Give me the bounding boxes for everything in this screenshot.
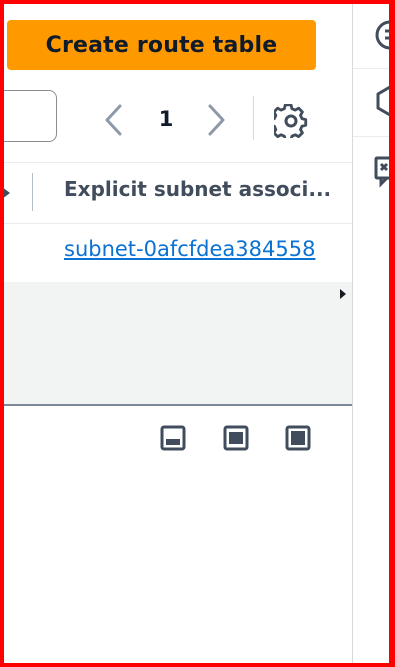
search-input[interactable] [4,90,57,142]
current-page-number[interactable]: 1 [154,104,178,134]
next-page-button[interactable] [204,102,228,138]
split-panel-side-button[interactable] [223,425,249,451]
main-content: Create route table 1 Explicit subnet ass… [4,4,352,663]
side-tools-rail [352,4,395,663]
column-header-explicit-subnet[interactable]: Explicit subnet associ... [64,177,352,211]
chevron-right-icon [208,104,225,136]
panel-off-icon [285,425,311,451]
column-resizer[interactable] [32,173,33,211]
rail-divider [353,136,390,137]
info-icon [375,20,395,50]
rail-divider [353,68,390,69]
feedback-panel-button[interactable] [373,154,395,188]
horizontal-scrollbar-area [4,282,352,406]
info-panel-button[interactable] [373,18,395,52]
preferences-button[interactable] [269,103,308,142]
split-panel-off-button[interactable] [285,425,311,451]
caret-right-icon[interactable] [340,289,346,299]
gear-icon [269,103,308,142]
chevron-left-icon [105,104,122,136]
panel-bottom-icon [160,425,186,451]
panel-side-icon [223,425,249,451]
toolbar-divider [253,96,254,140]
feedback-icon [374,156,395,188]
table-row: subnet-0afcfdea384558 [4,223,352,283]
create-route-table-button[interactable]: Create route table [7,20,316,70]
sort-caret-icon [4,188,10,198]
table-header-row: Explicit subnet associ... [4,162,352,224]
split-panel-bottom-button[interactable] [160,425,186,451]
hexagon-icon [376,85,395,117]
previous-page-button[interactable] [102,102,126,138]
subnet-link[interactable]: subnet-0afcfdea384558 [64,237,315,261]
resources-panel-button[interactable] [373,84,395,118]
